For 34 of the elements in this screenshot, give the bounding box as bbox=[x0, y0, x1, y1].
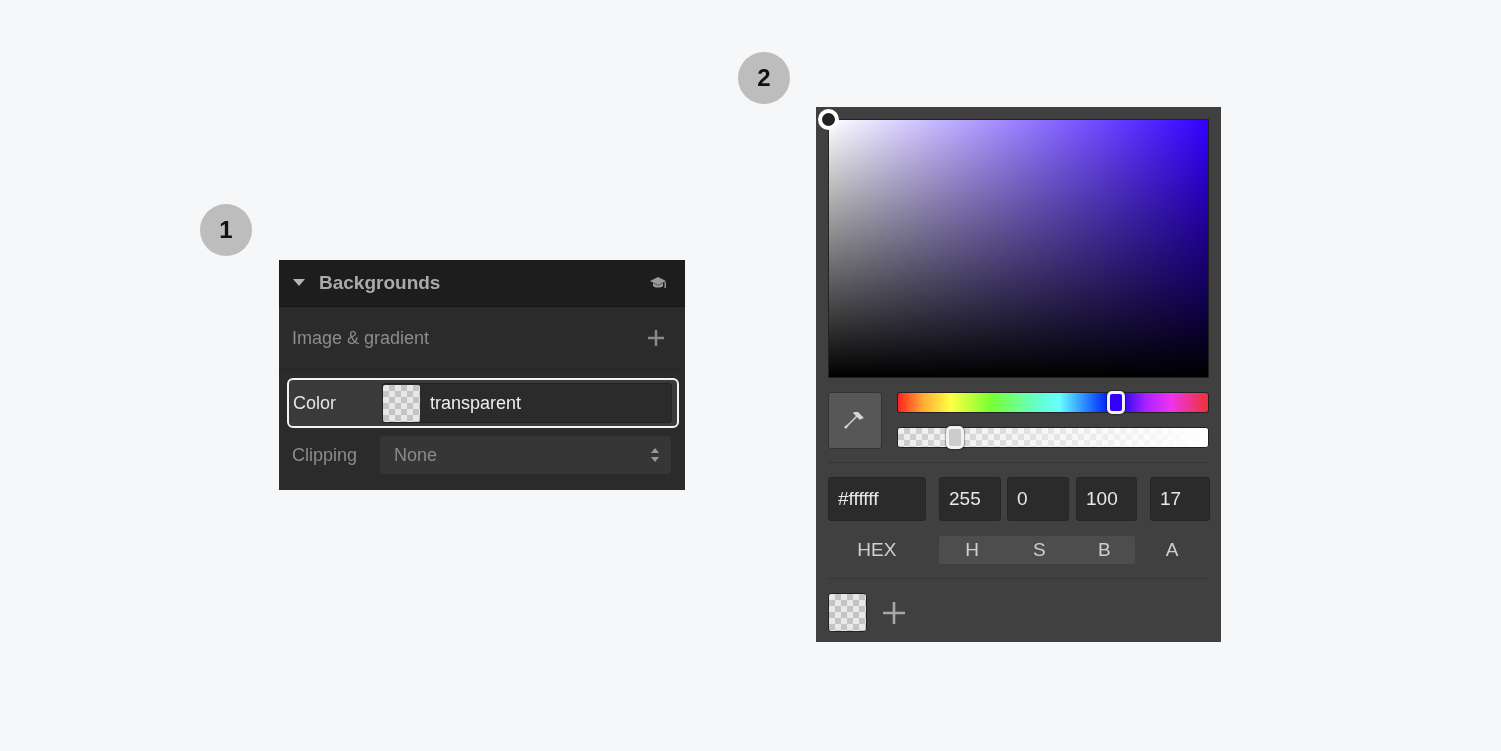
mode-label[interactable]: S bbox=[1005, 536, 1074, 564]
value-field[interactable]: 255 bbox=[939, 477, 1001, 521]
slider-thumb[interactable] bbox=[1107, 391, 1125, 414]
step-number-badge: 2 bbox=[738, 52, 790, 104]
hue-slider[interactable] bbox=[897, 392, 1209, 413]
color-value: transparent bbox=[430, 392, 522, 414]
section-title: Backgrounds bbox=[319, 272, 442, 294]
plus-icon bbox=[883, 601, 905, 624]
graduation-cap-icon bbox=[649, 276, 667, 290]
plus-icon bbox=[647, 329, 665, 347]
mode-label[interactable]: HEX bbox=[828, 536, 926, 564]
transparent-swatch bbox=[383, 384, 420, 422]
picker-cursor[interactable] bbox=[818, 109, 839, 130]
row-label: Image & gradient bbox=[292, 327, 430, 349]
up-down-arrows-icon bbox=[651, 448, 659, 462]
eyedropper-button[interactable] bbox=[828, 392, 882, 449]
mode-label[interactable]: B bbox=[1073, 536, 1136, 564]
value-field[interactable]: 0 bbox=[1007, 477, 1069, 521]
add-swatch-button[interactable] bbox=[883, 601, 905, 624]
mode-label[interactable]: A bbox=[1135, 536, 1209, 564]
row-label: Clipping bbox=[292, 444, 359, 466]
value-field[interactable]: 100 bbox=[1076, 477, 1137, 521]
value-field[interactable]: 17 bbox=[1150, 477, 1210, 521]
value-field[interactable]: #ffffff bbox=[828, 477, 926, 521]
color-field[interactable]: transparent bbox=[382, 383, 672, 423]
slider-thumb[interactable] bbox=[945, 426, 964, 449]
clipping-dropdown[interactable]: None bbox=[380, 436, 671, 474]
mode-label[interactable]: H bbox=[938, 536, 1006, 564]
opacity-slider[interactable] bbox=[897, 427, 1209, 448]
color-row[interactable]: Color transparent bbox=[287, 378, 679, 428]
step-number-badge: 1 bbox=[200, 204, 252, 256]
add-button[interactable] bbox=[647, 329, 665, 347]
row-label: Color bbox=[292, 392, 337, 414]
saved-swatch[interactable] bbox=[828, 593, 867, 632]
